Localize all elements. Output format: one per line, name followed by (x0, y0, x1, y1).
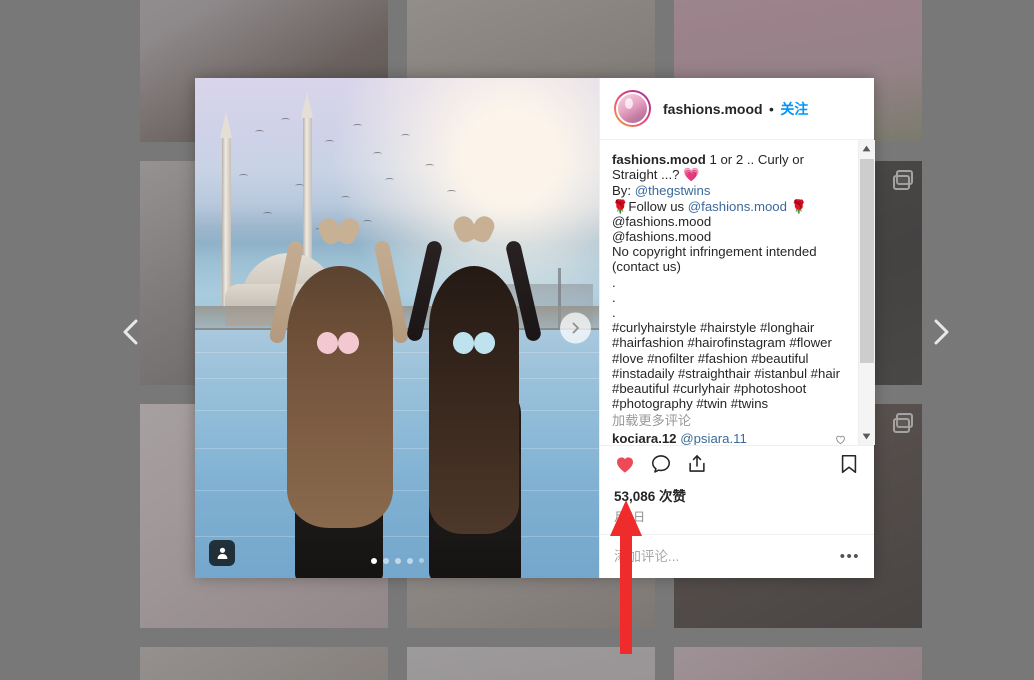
caption-mention[interactable]: @thegstwins (635, 183, 711, 198)
caption-hashtags[interactable]: #curlyhairstyle #hairstyle #longhair #ha… (612, 320, 846, 411)
caption-mention[interactable]: @fashions.mood (612, 229, 846, 244)
caption-line: No copyright infringement intended (612, 244, 817, 260)
next-slide-button[interactable] (560, 312, 591, 344)
caption-mention[interactable]: @fashions.mood (612, 214, 846, 229)
comment-body: @psiara.11 (680, 430, 747, 445)
follow-button[interactable]: 关注 (780, 101, 808, 117)
carousel-dot[interactable] (406, 558, 413, 564)
carousel-dot[interactable] (382, 558, 389, 564)
post-date: 月5日 (614, 510, 646, 524)
next-post-button[interactable] (923, 309, 959, 355)
caption-line: By: @thegstwins (612, 183, 711, 199)
scroll-up-button[interactable] (858, 140, 875, 157)
triangle-up-icon (862, 145, 871, 152)
caption-line: . (612, 289, 616, 305)
heart-outline-icon (836, 435, 845, 444)
bookmark-icon (841, 454, 857, 474)
subject-right (405, 182, 543, 578)
comment-username[interactable]: kociara.12 (612, 431, 677, 445)
comment-like-button[interactable] (835, 433, 846, 445)
carousel-dot[interactable] (418, 558, 424, 563)
carousel-dots (195, 558, 599, 564)
caption-line: . (612, 305, 616, 321)
screen: VAL @tatianakhvan.spb (0, 0, 1034, 680)
caption-mention[interactable]: @fashions.mood (688, 199, 787, 214)
more-options-button[interactable]: ••• (840, 549, 860, 564)
avatar[interactable] (614, 90, 651, 127)
post-media[interactable] (195, 78, 599, 578)
subject-left (268, 180, 410, 578)
post-header: fashions.mood • 关注 (600, 78, 874, 140)
caption-line: . (612, 274, 616, 290)
caption-line: (contact us) (612, 259, 681, 275)
comments-scroll-area: fashions.mood 1 or 2 .. Curly or Straigh… (600, 140, 875, 445)
scrollbar-track[interactable] (858, 157, 875, 428)
share-icon (689, 455, 705, 472)
chevron-right-icon (934, 319, 949, 345)
caption-and-comments: fashions.mood 1 or 2 .. Curly or Straigh… (600, 140, 858, 445)
post-info-panel: fashions.mood • 关注 fashions.mood 1 or 2 … (599, 78, 875, 578)
caption-username[interactable]: fashions.mood (612, 152, 706, 167)
comments-scrollbar[interactable] (858, 140, 875, 445)
carousel-dot[interactable] (394, 558, 401, 564)
header-separator: • (769, 100, 774, 117)
like-count[interactable]: 53,086 次赞 (600, 480, 874, 505)
add-comment-bar: ••• (600, 534, 874, 578)
post-photo (195, 78, 599, 578)
share-button[interactable] (686, 453, 708, 480)
triangle-down-icon (862, 433, 871, 440)
comment-button[interactable] (650, 453, 672, 480)
comment-text: kociara.12 @psiara.11 (612, 431, 829, 445)
scrollbar-thumb[interactable] (859, 159, 874, 363)
comment-input[interactable] (614, 549, 840, 564)
chevron-right-icon (572, 322, 579, 334)
caption-line: 🌹Follow us @fashions.mood 🌹 (612, 198, 808, 214)
carousel-dot[interactable] (370, 558, 377, 564)
chevron-left-icon (123, 319, 138, 345)
save-button[interactable] (838, 453, 860, 480)
like-button[interactable] (614, 453, 636, 480)
load-more-comments-button[interactable]: 加载更多评论 (612, 413, 846, 428)
previous-post-button[interactable] (113, 309, 149, 355)
post-author-username[interactable]: fashions.mood (663, 101, 763, 117)
post-caption: fashions.mood 1 or 2 .. Curly or Straigh… (612, 152, 846, 182)
comment-row: kociara.12 @psiara.11 (612, 431, 846, 445)
post-modal: fashions.mood • 关注 fashions.mood 1 or 2 … (195, 78, 875, 578)
post-actions (600, 445, 874, 480)
comment-bubble-icon (651, 455, 671, 473)
scroll-down-button[interactable] (858, 428, 875, 445)
heart-filled-icon (617, 457, 633, 473)
